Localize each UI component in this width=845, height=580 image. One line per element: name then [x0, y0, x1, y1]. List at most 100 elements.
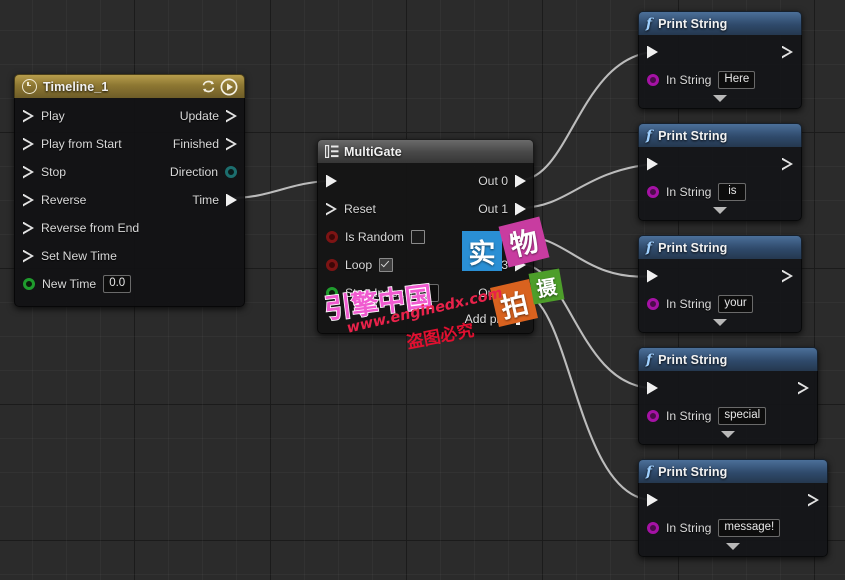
exec-out-pin-icon[interactable] — [782, 157, 793, 171]
print-string-node[interactable]: f Print String In String special — [638, 347, 818, 445]
plus-icon[interactable] — [512, 313, 524, 325]
timeline-row-set-new-time[interactable]: Set New Time — [15, 242, 244, 270]
print-string-exec-row[interactable] — [639, 485, 827, 515]
timeline-row-stop[interactable]: Stop Direction — [15, 158, 244, 186]
timeline-row-play[interactable]: Play Update — [15, 102, 244, 130]
timeline-row-reverse-from-end[interactable]: Reverse from End — [15, 214, 244, 242]
print-string-node-header[interactable]: f Print String — [638, 459, 828, 483]
multigate-node[interactable]: MultiGate Out 0 Reset Out 1 Is Random Ou… — [317, 139, 534, 334]
print-string-node[interactable]: f Print String In String message! — [638, 459, 828, 557]
chevron-down-icon[interactable] — [713, 95, 727, 102]
exec-pin-icon[interactable] — [23, 193, 34, 207]
print-string-node-header[interactable]: f Print String — [638, 123, 802, 147]
in-string-input[interactable]: your — [718, 295, 753, 313]
time-pin-icon[interactable] — [226, 193, 237, 207]
print-string-node-header[interactable]: f Print String — [638, 347, 818, 371]
exec-out-pin-icon[interactable] — [782, 269, 793, 283]
exec-pin-icon[interactable] — [23, 165, 34, 179]
multigate-row-is-random[interactable]: Is Random Out 2 — [318, 223, 533, 251]
bool-pin-icon[interactable] — [326, 259, 338, 271]
timeline-row-play-from-start[interactable]: Play from Start Finished — [15, 130, 244, 158]
string-pin-icon[interactable] — [647, 410, 659, 422]
exec-pin-icon[interactable] — [326, 174, 337, 188]
is-random-checkbox[interactable] — [410, 230, 425, 244]
multigate-row-loop[interactable]: Loop Out 3 — [318, 251, 533, 279]
print-string-instring-row[interactable]: In String Here — [639, 67, 801, 93]
string-pin-icon[interactable] — [647, 186, 659, 198]
exec-in-pin-icon[interactable] — [647, 493, 658, 507]
multigate-row-reset[interactable]: Reset Out 1 — [318, 195, 533, 223]
print-string-exec-row[interactable] — [639, 149, 801, 179]
print-string-node-body: In String your — [638, 259, 802, 333]
node-expander-button[interactable] — [639, 205, 801, 220]
node-expander-button[interactable] — [639, 429, 817, 444]
chevron-down-icon[interactable] — [713, 319, 727, 326]
bool-pin-icon[interactable] — [326, 231, 338, 243]
print-string-node-header[interactable]: f Print String — [638, 11, 802, 35]
exec-pin-icon[interactable] — [23, 249, 34, 263]
chevron-down-icon[interactable] — [721, 431, 735, 438]
print-string-node-header[interactable]: f Print String — [638, 235, 802, 259]
exec-pin-icon[interactable] — [226, 137, 237, 151]
loop-icon[interactable] — [200, 79, 217, 94]
int-pin-icon[interactable] — [326, 287, 338, 299]
exec-in-pin-icon[interactable] — [647, 157, 658, 171]
print-string-exec-row[interactable] — [639, 373, 817, 403]
print-string-instring-row[interactable]: In String message! — [639, 515, 827, 541]
multigate-output-label-4: Out 4 — [478, 286, 508, 300]
print-string-node[interactable]: f Print String In String Here — [638, 11, 802, 109]
exec-pin-icon[interactable] — [515, 230, 526, 244]
blueprint-canvas[interactable]: Timeline_1 Play Update Play from Start F… — [0, 0, 845, 580]
multigate-row-exec[interactable]: Out 0 — [318, 167, 533, 195]
new-time-input[interactable]: 0.0 — [103, 275, 132, 293]
exec-pin-icon[interactable] — [226, 109, 237, 123]
string-pin-icon[interactable] — [647, 74, 659, 86]
print-string-exec-row[interactable] — [639, 261, 801, 291]
timeline-node-header[interactable]: Timeline_1 — [14, 74, 245, 98]
chevron-down-icon[interactable] — [713, 207, 727, 214]
string-pin-icon[interactable] — [647, 298, 659, 310]
exec-pin-icon[interactable] — [515, 202, 526, 216]
loop-checkbox[interactable] — [379, 258, 394, 272]
in-string-input[interactable]: special — [718, 407, 767, 425]
in-string-input[interactable]: message! — [718, 519, 781, 537]
print-string-node[interactable]: f Print String In String is — [638, 123, 802, 221]
new-time-pin-icon[interactable] — [23, 278, 35, 290]
exec-in-pin-icon[interactable] — [647, 381, 658, 395]
start-index-input[interactable]: -1 — [410, 284, 439, 302]
timeline-row-new-time[interactable]: New Time 0.0 — [15, 270, 244, 298]
exec-out-pin-icon[interactable] — [782, 45, 793, 59]
play-icon[interactable] — [220, 78, 238, 96]
print-string-instring-row[interactable]: In String special — [639, 403, 817, 429]
exec-pin-icon[interactable] — [515, 258, 526, 272]
print-string-exec-row[interactable] — [639, 37, 801, 67]
chevron-down-icon[interactable] — [726, 543, 740, 550]
exec-pin-icon[interactable] — [23, 109, 34, 123]
multigate-node-header[interactable]: MultiGate — [317, 139, 534, 163]
print-string-instring-row[interactable]: In String is — [639, 179, 801, 205]
node-expander-button[interactable] — [639, 93, 801, 108]
exec-pin-icon[interactable] — [326, 202, 337, 216]
in-string-input[interactable]: is — [718, 183, 747, 201]
exec-in-pin-icon[interactable] — [647, 269, 658, 283]
exec-pin-icon[interactable] — [23, 221, 34, 235]
exec-pin-icon[interactable] — [23, 137, 34, 151]
print-string-instring-row[interactable]: In String your — [639, 291, 801, 317]
exec-out-pin-icon[interactable] — [808, 493, 819, 507]
exec-pin-icon[interactable] — [515, 286, 526, 300]
in-string-input[interactable]: Here — [718, 71, 756, 89]
function-icon: f — [646, 127, 653, 144]
print-string-node[interactable]: f Print String In String your — [638, 235, 802, 333]
exec-in-pin-icon[interactable] — [647, 45, 658, 59]
add-pin-button[interactable]: Add pin — [318, 307, 533, 331]
node-expander-button[interactable] — [639, 317, 801, 332]
direction-pin-icon[interactable] — [225, 166, 237, 178]
string-pin-icon[interactable] — [647, 522, 659, 534]
exec-pin-icon[interactable] — [515, 174, 526, 188]
multigate-row-start-index[interactable]: Start Index -1 Out 4 — [318, 279, 533, 307]
timeline-row-reverse[interactable]: Reverse Time — [15, 186, 244, 214]
node-expander-button[interactable] — [639, 541, 827, 556]
print-string-node-title: Print String — [658, 128, 728, 143]
timeline-node[interactable]: Timeline_1 Play Update Play from Start F… — [14, 74, 245, 307]
exec-out-pin-icon[interactable] — [798, 381, 809, 395]
